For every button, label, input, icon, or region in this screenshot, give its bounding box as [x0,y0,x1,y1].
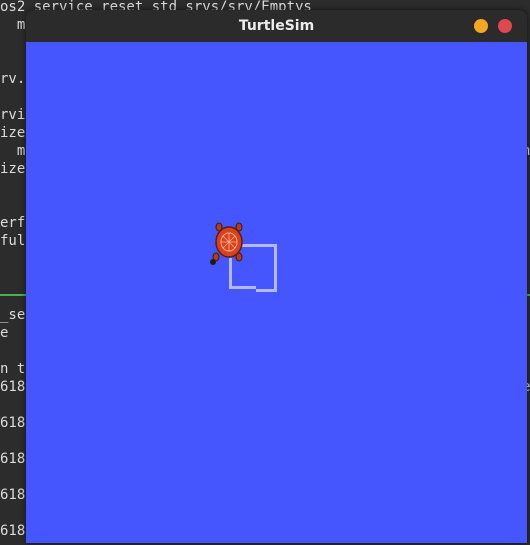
terminal-separator [0,294,26,296]
turtlesim-window: TurtleSim [26,10,527,543]
terminal-line: ful [0,233,26,249]
terminal-line: erf [0,215,26,231]
turtle-canvas[interactable] [26,42,527,543]
terminal-line: 618 [0,523,26,539]
terminal-line: ize [0,161,26,177]
terminal-line: 618 [0,415,26,431]
pen-trail-segment [274,244,277,292]
close-button[interactable] [498,19,512,33]
terminal-line: rv. [0,71,26,87]
terminal-line: 618 [0,487,26,503]
turtle-icon [210,222,243,265]
pen-trail-segment [256,289,277,292]
terminal-line: n t [0,361,26,377]
terminal-line: _se [0,307,26,323]
terminal-line: 618 [0,451,26,467]
terminal-line: 618 [0,379,26,395]
terminal-line: ize [0,125,26,141]
minimize-button[interactable] [474,19,488,33]
terminal-line: e [0,325,9,341]
terminal-line: rvi [0,107,26,123]
pen-trail-segment [229,286,256,289]
title-bar[interactable]: TurtleSim [26,10,527,42]
window-title: TurtleSim [238,18,315,34]
